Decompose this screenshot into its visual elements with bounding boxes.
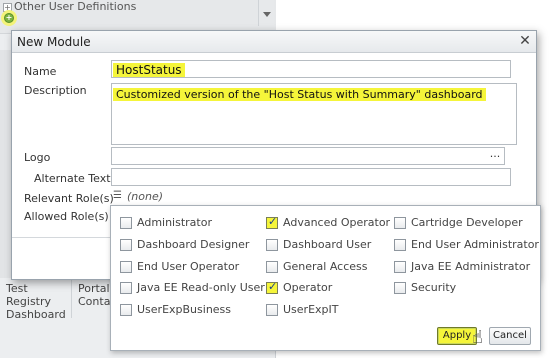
checkbox[interactable] xyxy=(120,239,132,251)
roles-popup: Administrator Advanced Operator Cartridg… xyxy=(110,205,541,351)
tree-header: + Other User Definitions + xyxy=(0,0,276,34)
scrollbar[interactable] xyxy=(258,0,274,26)
cancel-button[interactable]: Cancel xyxy=(489,327,531,345)
role-label: Cartridge Developer xyxy=(411,216,523,229)
role-label: Java EE Administrator xyxy=(411,260,531,273)
description-textarea[interactable]: Customized version of the "Host Status w… xyxy=(111,83,517,145)
name-input[interactable]: HostStatus xyxy=(111,60,511,78)
role-label: Advanced Operator xyxy=(283,216,391,229)
role-label: UserExpIT xyxy=(283,303,339,316)
checkbox-checked[interactable] xyxy=(266,280,278,294)
allowed-roles-label: Allowed Role(s) xyxy=(24,210,109,223)
checkbox[interactable] xyxy=(394,261,406,273)
role-label: Dashboard User xyxy=(283,238,372,251)
checkbox[interactable] xyxy=(266,261,278,273)
dialog-titlebar[interactable]: New Module ✕ xyxy=(12,31,536,53)
alternate-text-label: Alternate Text xyxy=(34,172,111,185)
role-label: Security xyxy=(411,281,457,294)
role-label: End User Administrator xyxy=(411,238,539,251)
checkbox[interactable] xyxy=(266,239,278,251)
role-label: Java EE Read-only User xyxy=(137,281,265,294)
description-value: Customized version of the "Host Status w… xyxy=(113,88,486,101)
add-icon[interactable]: + xyxy=(4,13,14,23)
checkbox[interactable] xyxy=(120,304,132,316)
tree-title: Other User Definitions xyxy=(14,0,137,13)
expand-icon[interactable]: + xyxy=(3,3,12,12)
divider xyxy=(12,237,112,238)
name-value: HostStatus xyxy=(113,63,185,77)
alternate-text-input[interactable] xyxy=(111,168,511,186)
name-label: Name xyxy=(24,65,57,78)
list-icon[interactable]: ☰ xyxy=(113,191,123,201)
role-label: Administrator xyxy=(137,216,212,229)
pointer-cursor-icon: ☝ xyxy=(472,327,483,348)
checkbox[interactable] xyxy=(394,217,406,229)
description-label: Description xyxy=(24,84,87,97)
checkbox[interactable] xyxy=(120,217,132,229)
role-label: End User Operator xyxy=(137,260,240,273)
relevant-roles-label: Relevant Role(s) xyxy=(24,192,114,205)
role-label: Operator xyxy=(283,281,333,294)
relevant-roles-value[interactable]: (none) xyxy=(127,190,163,203)
checkbox[interactable] xyxy=(266,304,278,316)
checkbox[interactable] xyxy=(120,282,132,294)
checkbox-checked[interactable] xyxy=(266,215,278,229)
dialog-title: New Module xyxy=(17,35,91,49)
checkbox[interactable] xyxy=(394,282,406,294)
role-label: UserExpBusiness xyxy=(137,303,232,316)
browse-button[interactable]: ... xyxy=(486,148,504,164)
tab-label-line2: Dashboard xyxy=(6,308,66,321)
close-icon[interactable]: ✕ xyxy=(517,33,533,49)
logo-label: Logo xyxy=(24,151,51,164)
apply-button[interactable]: Apply xyxy=(437,327,477,345)
tab-label-line1: Test Registry xyxy=(6,282,52,308)
role-label: Dashboard Designer xyxy=(137,238,250,251)
logo-input[interactable] xyxy=(111,147,505,165)
checkbox[interactable] xyxy=(120,261,132,273)
scroll-down-icon[interactable] xyxy=(263,12,271,17)
tab-test-registry-dashboard[interactable]: Test Registry Dashboard xyxy=(0,278,72,321)
checkbox[interactable] xyxy=(394,239,406,251)
role-label: General Access xyxy=(283,260,368,273)
